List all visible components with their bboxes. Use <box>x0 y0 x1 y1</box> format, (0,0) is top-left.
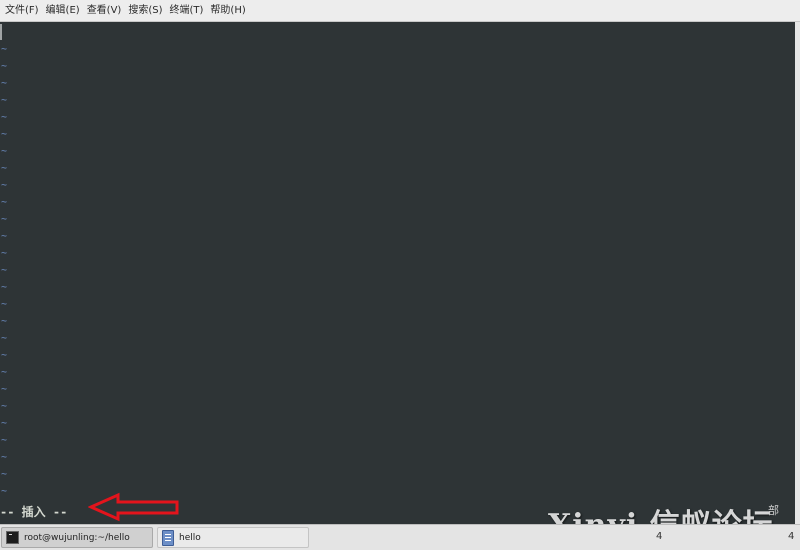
tilde-line: ~ <box>1 61 8 72</box>
tray-text-left: 4 <box>656 531 663 542</box>
tilde-line: ~ <box>1 129 8 140</box>
tilde-line: ~ <box>1 452 8 463</box>
tilde-line: ~ <box>1 418 8 429</box>
tilde-line: ~ <box>1 44 8 55</box>
taskbar: root@wujunling:~/hello hello 4 4 <box>0 524 800 550</box>
tilde-line: ~ <box>1 180 8 191</box>
tilde-line: ~ <box>1 265 8 276</box>
tilde-line: ~ <box>1 384 8 395</box>
menu-view[interactable]: 查看(V) <box>84 0 126 22</box>
terminal-icon <box>6 531 19 544</box>
menu-bar: 文件(F) 编辑(E) 查看(V) 搜索(S) 终端(T) 帮助(H) <box>0 0 800 22</box>
vim-mode-indicator: -- 插入 -- <box>0 505 68 519</box>
tilde-line: ~ <box>1 78 8 89</box>
taskbar-item-label: root@wujunling:~/hello <box>24 532 130 543</box>
tilde-line: ~ <box>1 282 8 293</box>
tilde-line: ~ <box>1 146 8 157</box>
tilde-line: ~ <box>1 231 8 242</box>
tilde-line: ~ <box>1 316 8 327</box>
file-icon <box>162 529 174 546</box>
terminal-scrollbar[interactable] <box>795 22 800 524</box>
red-arrow-annotation <box>88 492 179 522</box>
tilde-line: ~ <box>1 401 8 412</box>
menu-terminal[interactable]: 终端(T) <box>167 0 208 22</box>
taskbar-item-hello[interactable]: hello <box>157 527 309 548</box>
tilde-line: ~ <box>1 469 8 480</box>
menu-file[interactable]: 文件(F) <box>2 0 43 22</box>
tilde-line: ~ <box>1 333 8 344</box>
tilde-line: ~ <box>1 367 8 378</box>
tilde-line: ~ <box>1 163 8 174</box>
text-cursor <box>0 24 2 40</box>
tilde-line: ~ <box>1 214 8 225</box>
watermark-corner-text: 部 <box>768 504 779 517</box>
tilde-line: ~ <box>1 197 8 208</box>
tilde-line: ~ <box>1 435 8 446</box>
tray-text-right: 4 <box>788 531 795 542</box>
tilde-line: ~ <box>1 112 8 123</box>
tilde-line: ~ <box>1 248 8 259</box>
menu-edit[interactable]: 编辑(E) <box>43 0 84 22</box>
taskbar-item-label: hello <box>179 532 201 543</box>
menu-help[interactable]: 帮助(H) <box>207 0 249 22</box>
tilde-line: ~ <box>1 95 8 106</box>
menu-search[interactable]: 搜索(S) <box>125 0 166 22</box>
terminal-area[interactable]: ~ ~ ~ ~ ~ ~ ~ ~ ~ ~ ~ ~ ~ ~ ~ ~ ~ ~ ~ ~ ~ ~ ~ ~ ~ ~ ~ -- 插入 -- <box>0 22 795 524</box>
empty-line-markers: ~ ~ ~ ~ ~ ~ ~ ~ ~ ~ ~ ~ ~ ~ ~ ~ ~ ~ ~ ~ ~ ~ ~ ~ ~ ~ ~ <box>0 41 7 500</box>
tilde-line: ~ <box>1 486 8 497</box>
tilde-line: ~ <box>1 350 8 361</box>
taskbar-item-terminal[interactable]: root@wujunling:~/hello <box>1 527 153 548</box>
tilde-line: ~ <box>1 299 8 310</box>
